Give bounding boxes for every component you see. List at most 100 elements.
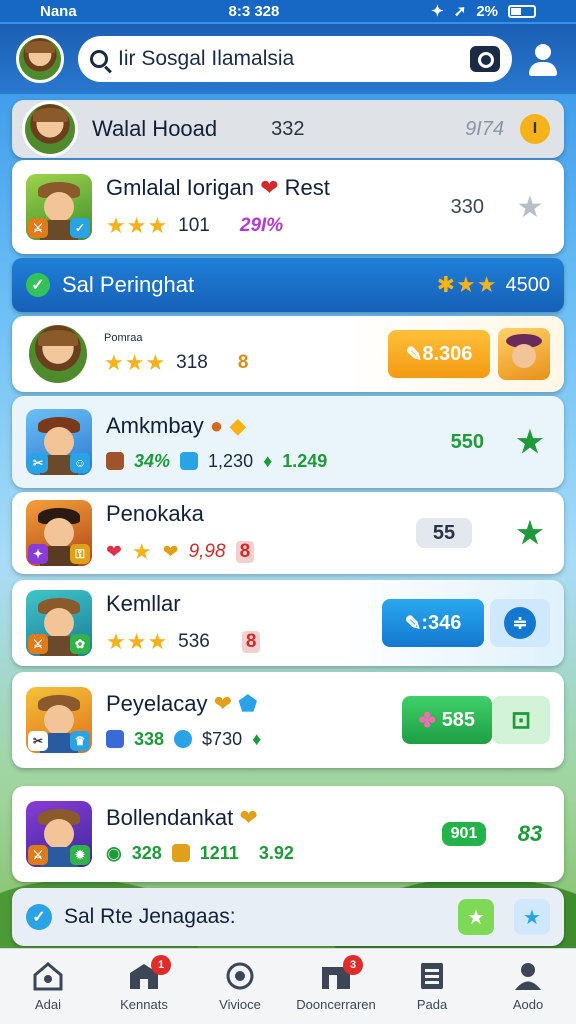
gem-icon: ◆ <box>229 412 247 438</box>
coin-icon <box>180 452 199 470</box>
blue-star-icon[interactable]: ★ <box>514 899 550 935</box>
bottom-nav: Adai 1 Kennats Vivioce 3 Dooncerraren Pa… <box>0 948 576 1024</box>
item-icon <box>106 452 124 470</box>
game1-thumbnail: ⚔ ✓ <box>26 174 92 240</box>
green-star-icon[interactable]: ★ <box>458 899 494 935</box>
nav-item-shop[interactable]: 1 Kennats <box>96 955 192 1012</box>
game4-score: 55 <box>416 518 472 548</box>
list-item-game1[interactable]: ⚔ ✓ Gmlalal Iorigan ❤ Rest ★★★ 101 29I% … <box>12 160 564 254</box>
game6-cart-button[interactable]: ⊡ <box>492 696 550 744</box>
rating-stars: ★★★ <box>104 350 167 375</box>
sword-icon: ⚔ <box>28 634 48 654</box>
game7-tag[interactable]: 901 <box>442 822 486 846</box>
nav-label-store: Dooncerraren <box>296 997 376 1012</box>
camera-icon[interactable] <box>470 46 500 72</box>
nav-item-profile[interactable]: Aodo <box>480 961 576 1012</box>
player-name: Walal Hooad <box>92 116 218 141</box>
store-badge: 3 <box>343 955 363 975</box>
game2-rating-count: 318 <box>176 352 208 373</box>
nav-item-book[interactable]: Pada <box>384 961 480 1012</box>
drop-icon: ♦ <box>263 450 273 471</box>
gem-icon <box>106 730 124 748</box>
game6-thumbnail: ✂ ♛ <box>26 687 92 753</box>
player-badge[interactable]: I <box>520 114 550 144</box>
book-icon <box>415 961 449 991</box>
nav-item-home[interactable]: Adai <box>0 961 96 1012</box>
player-score: 9I74 <box>465 117 504 140</box>
pinned-player-card[interactable]: Walal Hooad 332 9I74 I <box>12 100 564 158</box>
shop-icon: 1 <box>127 955 171 991</box>
list-item-game6[interactable]: ✂ ♛ Peyelacay ❤ ⬟ 338 $730 ♦ ✤ 585 ⊡ <box>12 672 564 768</box>
user-icon[interactable] <box>526 42 560 76</box>
location-icon: ➚ <box>453 3 467 20</box>
home-icon <box>31 961 65 991</box>
status-icons: ✦ ➚ 2% <box>431 2 536 20</box>
section-stars: ✱★★ <box>436 272 498 297</box>
rating-stars: ★★★ <box>106 213 169 238</box>
game3-name: Amkmbay <box>106 412 204 438</box>
key-icon: ⚿ <box>70 544 90 564</box>
nav-item-store[interactable]: 3 Dooncerraren <box>288 955 384 1012</box>
clover-icon: ✤ <box>418 709 436 732</box>
cart-icon: ⊡ <box>510 706 532 734</box>
shield-icon: ✓ <box>70 218 90 238</box>
game2-price-button[interactable]: ✎ 8.306 <box>388 330 490 378</box>
carrier-label: Nana <box>40 2 77 20</box>
search-input[interactable]: Iir Sosgal Ilamalsia <box>118 47 460 71</box>
game5-thumbnail: ⚔ ✿ <box>26 590 92 656</box>
add-favorite-icon[interactable]: ★ <box>510 516 550 551</box>
list-item-game5[interactable]: ⚔ ✿ Kemllar ★★★ 536 8 ✎ :346 ≑ <box>12 580 564 666</box>
heart-icon: ❤ <box>260 175 279 200</box>
game7-thumbnail: ⚔ ✹ <box>26 801 92 867</box>
compass-icon <box>223 961 257 991</box>
game4-thumbnail: ✦ ⚿ <box>26 500 92 566</box>
game1-name: Gmlalal Iorigan <box>106 175 254 200</box>
list-item-game7[interactable]: ⚔ ✹ Bollendankat ❤ ◉ 328 1211 3.92 901 8… <box>12 786 564 882</box>
heart-gold-icon: ❤ <box>213 690 233 716</box>
game1-percent: 29I% <box>239 215 284 236</box>
nav-item-compass[interactable]: Vivioce <box>192 961 288 1012</box>
game2-small-title: Pomraa <box>104 332 143 344</box>
profile-icon <box>511 961 545 991</box>
clock: 8:3 328 <box>228 2 280 20</box>
check-icon: ✓ <box>26 904 52 930</box>
game6-price: 585 <box>441 708 476 731</box>
signal-icon: ✦ <box>431 3 444 20</box>
game1-info: Gmlalal Iorigan ❤ Rest ★★★ 101 29I% <box>106 175 451 239</box>
section-ranking[interactable]: ✓ Sal Peringhat ✱★★ 4500 <box>12 258 564 312</box>
section-ranking-value: 4500 <box>505 273 551 296</box>
favorite-star-icon[interactable]: ★ <box>510 425 550 460</box>
game5-rating-count: 536 <box>178 631 210 652</box>
search-icon <box>90 50 108 68</box>
player-value: 332 <box>271 117 305 140</box>
game6-price-button[interactable]: ✤ 585 <box>402 696 492 744</box>
game3-stat1: 34% <box>134 450 171 471</box>
battery-icon <box>508 4 536 18</box>
section-footer-label: Sal Rte Jenagaas: <box>64 905 236 928</box>
list-item-game4[interactable]: ✦ ⚿ Penokaka ❤ ★ ❤ 9,98 8 55 ★ <box>12 492 564 574</box>
magic-icon: ✦ <box>28 544 48 564</box>
favorite-star-icon[interactable]: ★ <box>510 190 550 225</box>
game5-price-button[interactable]: ✎ :346 <box>382 599 484 647</box>
leaf-icon: ✿ <box>70 634 90 654</box>
game3-stat3: 1.249 <box>282 450 328 471</box>
game7-stat3: 3.92 <box>258 842 294 863</box>
section-footer[interactable]: ✓ Sal Rte Jenagaas: ★ ★ <box>12 888 564 946</box>
rating-stars: ★★★ <box>106 629 169 654</box>
profile-avatar[interactable] <box>16 35 64 83</box>
game7-score: 83 <box>517 821 543 846</box>
search-bar[interactable]: Iir Sosgal Ilamalsia <box>78 36 512 82</box>
game7-name: Bollendankat <box>106 804 234 830</box>
game2-avatar <box>26 322 90 386</box>
game1-score: 330 <box>450 195 484 218</box>
drop-icon: ◉ <box>106 842 122 863</box>
game4-stat1: 9,98 <box>188 541 226 562</box>
nav-label-compass: Vivioce <box>219 997 261 1012</box>
shop-badge: 1 <box>151 955 171 975</box>
list-item-game2[interactable]: Pomraa ★★★ 318 8 ✎ 8.306 <box>12 316 564 392</box>
game2-character-avatar <box>498 328 550 380</box>
list-item-game3[interactable]: ✂ ☺ Amkmbay ● ◆ 34% 1,230 ♦ 1.249 550 ★ <box>12 396 564 488</box>
status-bar: Nana 8:3 328 ✦ ➚ 2% <box>0 0 576 22</box>
game3-thumbnail: ✂ ☺ <box>26 409 92 475</box>
game5-action-button[interactable]: ≑ <box>490 599 550 647</box>
